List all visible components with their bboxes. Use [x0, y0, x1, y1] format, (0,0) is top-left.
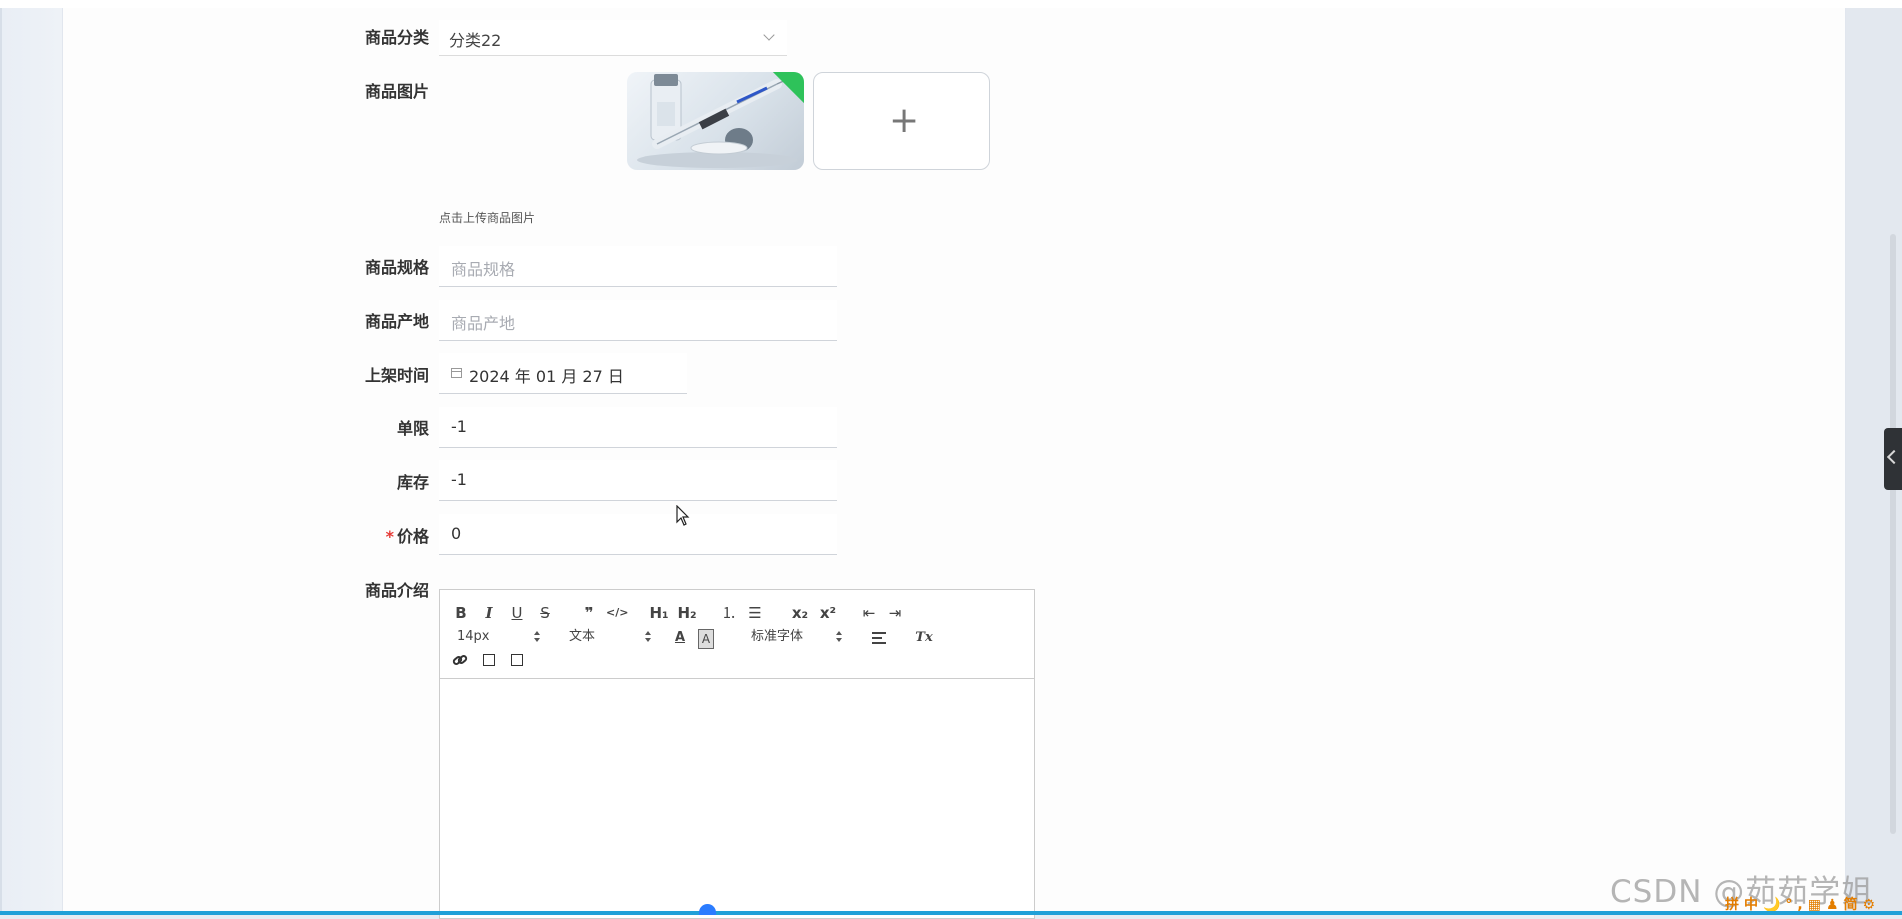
- ordered-list-button[interactable]: ⒈: [720, 604, 738, 622]
- font-color-button[interactable]: A: [673, 629, 687, 647]
- link-icon: [452, 655, 468, 665]
- italic-button[interactable]: I: [481, 604, 497, 622]
- font-family-arrows-icon: [836, 631, 842, 643]
- header-type-arrows-icon: [645, 631, 651, 643]
- origin-label: 商品产地: [364, 312, 429, 331]
- image-insert-icon[interactable]: [483, 654, 495, 666]
- bottom-drag-handle[interactable]: [699, 904, 716, 915]
- chevron-left-icon: [1886, 449, 1902, 465]
- origin-placeholder: 商品产地: [451, 314, 516, 333]
- shelf-time-label: 上架时间: [364, 366, 429, 385]
- shelf-time-value: 2024 年 01 月 27 日: [469, 367, 624, 386]
- indent-decrease-button[interactable]: ⇤: [860, 604, 878, 622]
- image-label: 商品图片: [364, 82, 429, 101]
- underline-button[interactable]: U: [509, 604, 525, 622]
- header-type-picker[interactable]: 文本: [569, 628, 595, 646]
- stock-value: -1: [451, 470, 467, 489]
- category-label: 商品分类: [364, 28, 429, 47]
- category-value: 分类22: [449, 31, 502, 50]
- h1-button[interactable]: H₁: [648, 604, 670, 622]
- code-block-button[interactable]: </>: [606, 604, 628, 622]
- font-size-picker[interactable]: 14px: [457, 628, 490, 646]
- scrollbar-thumb[interactable]: [1890, 234, 1896, 834]
- plus-icon: +: [889, 100, 920, 141]
- syringe-vial-image: [637, 73, 800, 168]
- limit-value: -1: [451, 417, 467, 436]
- video-insert-icon[interactable]: [511, 654, 523, 666]
- stock-label: 库存: [396, 473, 429, 492]
- shelf-time-date-picker[interactable]: 2024 年 01 月 27 日: [439, 353, 687, 394]
- category-select[interactable]: 分类22: [439, 20, 787, 56]
- price-label: * 价格: [337, 526, 429, 548]
- blockquote-button[interactable]: ❞: [580, 604, 598, 622]
- spec-input[interactable]: 商品规格: [439, 246, 837, 287]
- ime-tray-icons: 拼中🌙°,▦♟简⚙: [1725, 897, 1881, 913]
- mouse-cursor-icon: [676, 505, 690, 526]
- price-label-text: 价格: [396, 527, 429, 546]
- spec-label: 商品规格: [364, 258, 429, 277]
- subscript-button[interactable]: x₂: [789, 604, 811, 622]
- limit-label: 单限: [396, 419, 429, 438]
- clear-format-button[interactable]: Tx: [914, 629, 934, 647]
- font-size-arrows-icon: [534, 631, 540, 643]
- side-collapse-tab[interactable]: [1884, 428, 1902, 490]
- strike-button[interactable]: S: [537, 604, 553, 622]
- font-background-button[interactable]: A: [698, 629, 714, 649]
- upload-hint: 点击上传商品图片: [439, 211, 536, 225]
- rich-text-editor: B I U S ❞ </> H₁ H₂ ⒈ ☰ x₂ x² ⇤ ⇥ 14px 文…: [439, 589, 1035, 919]
- link-button[interactable]: [452, 652, 468, 670]
- uploaded-product-image[interactable]: [627, 72, 804, 170]
- calendar-icon: [451, 368, 462, 378]
- price-value: 0: [451, 524, 462, 543]
- bottom-progress-line: [0, 911, 1902, 915]
- left-sidebar-edge: [0, 8, 62, 915]
- spec-placeholder: 商品规格: [451, 260, 516, 279]
- price-input[interactable]: 0: [439, 514, 837, 555]
- add-image-button[interactable]: +: [813, 72, 990, 170]
- editor-toolbar: B I U S ❞ </> H₁ H₂ ⒈ ☰ x₂ x² ⇤ ⇥ 14px 文…: [440, 590, 1034, 679]
- required-mark: *: [385, 527, 394, 546]
- superscript-button[interactable]: x²: [817, 604, 839, 622]
- h2-button[interactable]: H₂: [676, 604, 698, 622]
- limit-input[interactable]: -1: [439, 407, 837, 448]
- bold-button[interactable]: B: [453, 604, 469, 622]
- align-left-icon[interactable]: [872, 632, 888, 644]
- indent-increase-button[interactable]: ⇥: [886, 604, 904, 622]
- stock-input[interactable]: -1: [439, 460, 837, 501]
- origin-input[interactable]: 商品产地: [439, 300, 837, 341]
- bullet-list-button[interactable]: ☰: [746, 604, 764, 622]
- font-family-picker[interactable]: 标准字体: [751, 628, 803, 646]
- chevron-down-icon: [763, 29, 775, 41]
- intro-label: 商品介绍: [364, 581, 429, 600]
